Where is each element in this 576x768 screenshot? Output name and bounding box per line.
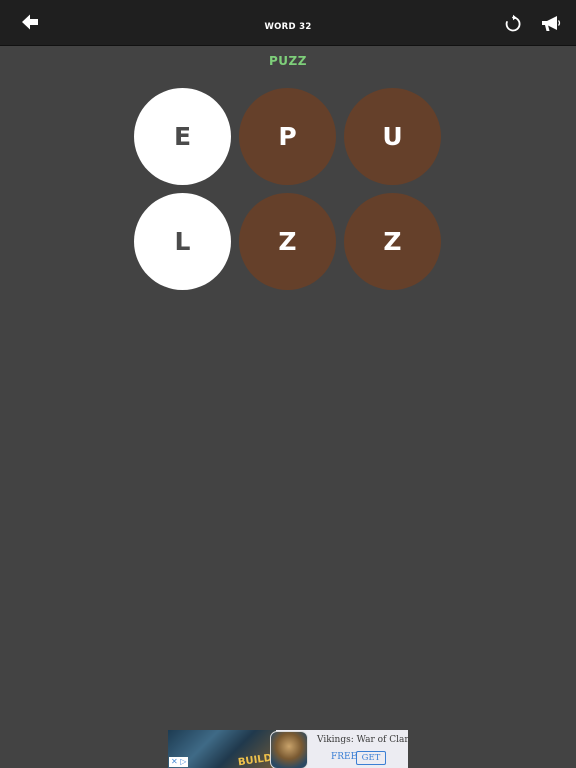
ad-app-name: Vikings: War of Clans — [317, 735, 408, 745]
letter-tile-used[interactable]: E — [134, 88, 231, 185]
restart-icon — [505, 14, 521, 32]
restart-button[interactable] — [503, 14, 523, 34]
ad-get-button[interactable]: GET — [356, 751, 386, 765]
letter-tile[interactable]: U — [344, 88, 441, 185]
megaphone-icon — [542, 16, 561, 31]
letter-tile[interactable]: Z — [239, 193, 336, 290]
ad-banner[interactable]: BUILD ✕ ▷ Vikings: War of Clans FREE GET — [168, 730, 408, 768]
letter-tile[interactable]: P — [239, 88, 336, 185]
hint-button[interactable] — [541, 15, 561, 33]
ad-art-text: BUILD — [237, 752, 273, 768]
ad-price: FREE — [331, 752, 358, 762]
level-title: WORD 32 — [264, 22, 312, 32]
letter-tile[interactable]: Z — [344, 193, 441, 290]
ad-close-icon[interactable]: ✕ ▷ — [169, 757, 189, 767]
top-bar: WORD 32 — [0, 0, 576, 46]
letter-tile-used[interactable]: L — [134, 193, 231, 290]
answer-word: PUZZ — [269, 54, 307, 68]
app-icon[interactable] — [270, 731, 308, 768]
